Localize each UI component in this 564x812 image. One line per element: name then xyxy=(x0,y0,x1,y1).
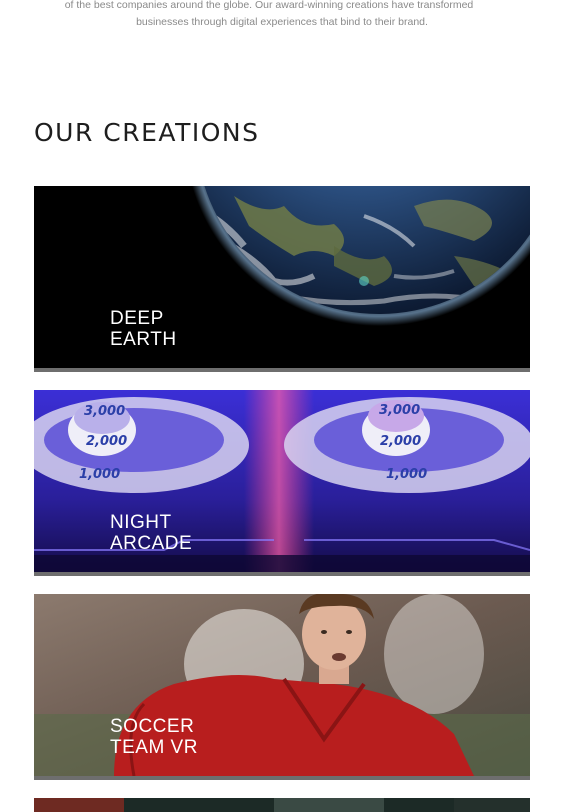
score-label: 1,000 xyxy=(386,467,427,482)
card-night-arcade[interactable]: 3,000 2,000 1,000 3,000 2,000 1,000 NIGH… xyxy=(34,390,530,576)
next-card-image xyxy=(34,798,530,812)
intro-line-1: of the best companies around the globe. … xyxy=(64,0,474,11)
card-title-line-1: DEEP xyxy=(110,308,164,329)
card-title: SOCCER TEAM VR xyxy=(110,716,198,758)
card-title-line-2: TEAM VR xyxy=(110,736,198,758)
card-title-line-1: SOCCER xyxy=(110,716,195,737)
card-title: DEEP EARTH xyxy=(110,308,177,350)
intro-text: of the best companies around the globe. … xyxy=(0,0,564,31)
score-label: 2,000 xyxy=(380,434,421,449)
card-divider xyxy=(34,368,530,372)
card-deep-earth[interactable]: DEEP EARTH xyxy=(34,186,530,372)
card-title-line-1: NIGHT xyxy=(110,512,172,533)
score-label: 2,000 xyxy=(86,434,127,449)
earth-image xyxy=(34,186,530,368)
card-soccer-team-vr[interactable]: SOCCER TEAM VR xyxy=(34,594,530,780)
soccer-player-image xyxy=(34,594,530,776)
card-divider xyxy=(34,776,530,780)
card-divider xyxy=(34,572,530,576)
arcade-image: 3,000 2,000 1,000 3,000 2,000 1,000 xyxy=(34,390,530,572)
score-label: 3,000 xyxy=(84,404,125,419)
card-title-line-2: ARCADE xyxy=(110,532,193,554)
section-title: OUR CREATIONS xyxy=(34,118,260,147)
card-next[interactable] xyxy=(34,798,530,812)
card-title-line-2: EARTH xyxy=(110,328,177,350)
score-label: 1,000 xyxy=(79,467,120,482)
card-title: NIGHT ARCADE xyxy=(110,512,193,554)
score-label: 3,000 xyxy=(379,403,420,418)
intro-line-2: businesses through digital experiences t… xyxy=(136,16,428,28)
